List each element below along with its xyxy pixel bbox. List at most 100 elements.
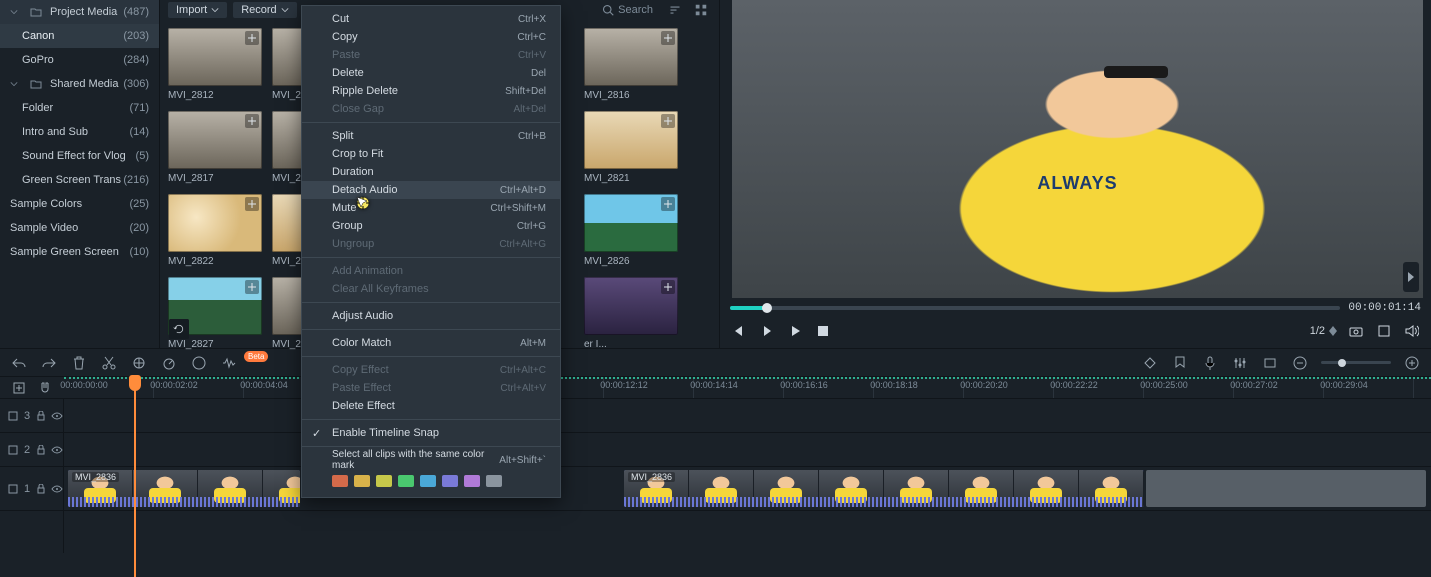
context-menu-item[interactable]: Detach AudioCtrl+Alt+D <box>302 181 560 199</box>
zoom-out-button[interactable] <box>1291 354 1309 372</box>
context-menu-item[interactable]: Delete Effect <box>302 397 560 415</box>
lock-icon[interactable] <box>36 444 45 456</box>
color-swatch[interactable] <box>354 475 370 487</box>
context-menu-item[interactable]: CutCtrl+X <box>302 10 560 28</box>
context-menu-item[interactable]: Color MatchAlt+M <box>302 334 560 352</box>
add-to-timeline-icon[interactable] <box>661 280 675 294</box>
track-1[interactable]: MVI_2836 MVI_2836 <box>64 467 1431 511</box>
eye-icon[interactable] <box>51 410 63 422</box>
timeline-ruler[interactable]: 00:00:00:0000:00:02:0200:00:04:0400:00:1… <box>64 377 1431 398</box>
sidebar-item[interactable]: Sample Video(20) <box>0 216 159 240</box>
preview-viewport[interactable] <box>732 0 1423 298</box>
crop-button[interactable] <box>130 354 148 372</box>
track-header[interactable]: 1 <box>0 467 63 511</box>
color-swatch[interactable] <box>420 475 436 487</box>
volume-button[interactable] <box>1403 322 1421 340</box>
context-menu-item[interactable]: Crop to Fit <box>302 145 560 163</box>
add-to-timeline-icon[interactable] <box>245 31 259 45</box>
context-menu-item[interactable]: MuteCtrl+Shift+M <box>302 199 560 217</box>
add-to-timeline-icon[interactable] <box>661 197 675 211</box>
delete-button[interactable] <box>70 354 88 372</box>
context-menu-item[interactable]: GroupCtrl+G <box>302 217 560 235</box>
eye-icon[interactable] <box>51 483 63 495</box>
stop-button[interactable] <box>814 322 832 340</box>
add-to-timeline-icon[interactable] <box>661 31 675 45</box>
context-menu-item[interactable]: Duration <box>302 163 560 181</box>
color-swatch[interactable] <box>376 475 392 487</box>
context-menu-item[interactable]: DeleteDel <box>302 64 560 82</box>
zoom-in-button[interactable] <box>1403 354 1421 372</box>
grid-view-button[interactable] <box>691 0 711 20</box>
sort-button[interactable] <box>665 0 685 20</box>
context-menu-item[interactable]: ✓Enable Timeline Snap <box>302 424 560 442</box>
add-to-timeline-icon[interactable] <box>245 280 259 294</box>
play-button[interactable] <box>786 322 804 340</box>
marker-button[interactable] <box>1171 354 1189 372</box>
context-menu-item[interactable]: Adjust Audio <box>302 307 560 325</box>
timeline-clip[interactable]: MVI_2836 <box>68 470 300 507</box>
sidebar-item[interactable]: Intro and Sub(14) <box>0 120 159 144</box>
track-header[interactable]: 3 <box>0 399 63 433</box>
sidebar-item[interactable]: Folder(71) <box>0 96 159 120</box>
media-thumbnail[interactable]: MVI_2826 <box>584 194 678 267</box>
add-to-timeline-icon[interactable] <box>245 197 259 211</box>
search-input[interactable]: Search <box>596 2 659 18</box>
media-thumbnail[interactable]: MVI_2827 <box>168 277 262 350</box>
mixer-button[interactable] <box>1231 354 1249 372</box>
import-dropdown[interactable]: Import <box>168 2 227 18</box>
snapshot-button[interactable] <box>1347 322 1365 340</box>
sidebar-item[interactable]: Project Media(487) <box>0 0 159 24</box>
context-menu-item[interactable]: SplitCtrl+B <box>302 127 560 145</box>
timeline-clip-grey[interactable] <box>1146 470 1426 507</box>
redo-button[interactable] <box>40 354 58 372</box>
context-menu-item[interactable]: CopyCtrl+C <box>302 28 560 46</box>
context-menu-label: Copy Effect <box>332 364 389 376</box>
context-menu-item[interactable]: Ripple DeleteShift+Del <box>302 82 560 100</box>
magnet-button[interactable] <box>36 379 54 397</box>
prev-frame-button[interactable] <box>730 322 748 340</box>
lock-icon[interactable] <box>36 483 45 495</box>
color-swatch[interactable] <box>442 475 458 487</box>
context-menu-shortcut: Shift+Del <box>505 86 546 97</box>
sidebar-item[interactable]: Canon(203) <box>0 24 159 48</box>
track-3[interactable] <box>64 399 1431 433</box>
refresh-button[interactable] <box>169 319 189 339</box>
track-add-button[interactable] <box>10 379 28 397</box>
context-menu-item[interactable]: Select all clips with the same color mar… <box>302 451 560 469</box>
color-swatch[interactable] <box>464 475 480 487</box>
add-to-timeline-icon[interactable] <box>245 114 259 128</box>
record-dropdown[interactable]: Record <box>233 2 296 18</box>
media-thumbnail[interactable]: MVI_2812 <box>168 28 262 101</box>
color-swatch[interactable] <box>398 475 414 487</box>
preview-scrubber[interactable] <box>730 306 1340 310</box>
lock-icon[interactable] <box>36 410 45 422</box>
timeline-clip[interactable]: MVI_2836 <box>624 470 1144 507</box>
media-thumbnail[interactable]: MVI_2816 <box>584 28 678 101</box>
undo-button[interactable] <box>10 354 28 372</box>
media-thumbnail[interactable]: er I... <box>584 277 678 350</box>
sidebar-item[interactable]: Sample Colors(25) <box>0 192 159 216</box>
track-2[interactable] <box>64 433 1431 467</box>
media-thumbnail[interactable]: MVI_2821 <box>584 111 678 184</box>
sidebar-item[interactable]: GoPro(284) <box>0 48 159 72</box>
next-frame-button[interactable] <box>758 322 776 340</box>
mic-button[interactable] <box>1201 354 1219 372</box>
fullscreen-button[interactable] <box>1375 322 1393 340</box>
eye-icon[interactable] <box>51 444 63 456</box>
zoom-slider[interactable] <box>1321 361 1391 364</box>
color-swatch[interactable] <box>332 475 348 487</box>
split-button[interactable] <box>100 354 118 372</box>
keyframe-button[interactable] <box>1141 354 1159 372</box>
sidebar-item[interactable]: Sample Green Screen(10) <box>0 240 159 264</box>
add-to-timeline-icon[interactable] <box>661 114 675 128</box>
timeline-expand-button[interactable] <box>1403 262 1419 292</box>
sidebar-item[interactable]: Green Screen Trans(216) <box>0 168 159 192</box>
render-button[interactable] <box>1261 354 1279 372</box>
sidebar-item[interactable]: Shared Media(306) <box>0 72 159 96</box>
media-thumbnail[interactable]: MVI_2822 <box>168 194 262 267</box>
color-swatch[interactable] <box>486 475 502 487</box>
media-thumbnail[interactable]: MVI_2817 <box>168 111 262 184</box>
preview-page[interactable]: 1/2 <box>1310 325 1337 337</box>
track-header[interactable]: 2 <box>0 433 63 467</box>
sidebar-item[interactable]: Sound Effect for Vlog(5) <box>0 144 159 168</box>
